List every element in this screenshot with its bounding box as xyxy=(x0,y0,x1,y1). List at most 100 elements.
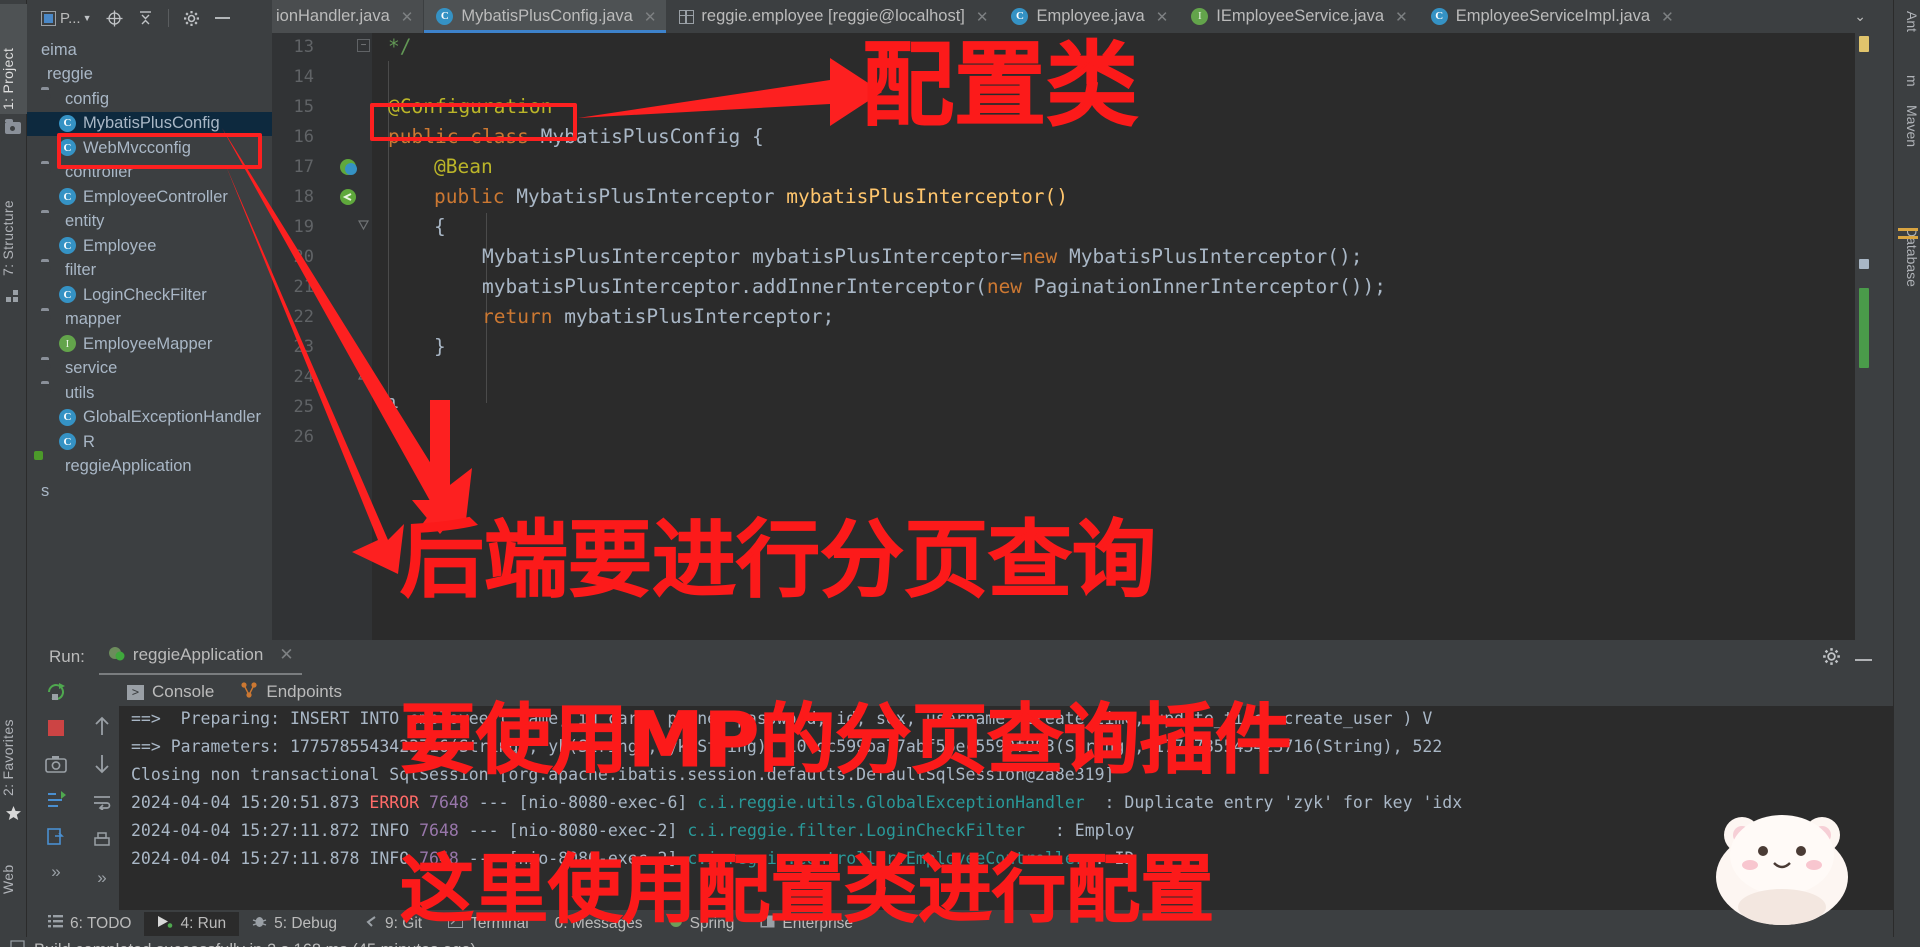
folder-icon xyxy=(41,311,59,329)
bottom-item-git[interactable]: 9: Git xyxy=(350,911,435,936)
tree-item-s[interactable]: s xyxy=(27,479,272,504)
collapse-all-icon[interactable] xyxy=(137,10,154,27)
tree-item-filter[interactable]: filter xyxy=(27,259,272,284)
bottom-item-debug[interactable]: 5: Debug xyxy=(239,911,350,936)
editor-scrollbar[interactable] xyxy=(1855,33,1872,640)
tab-console-label: Console xyxy=(152,682,215,701)
sidebar-item-maven[interactable]: Maven xyxy=(1893,100,1920,170)
close-icon[interactable]: ✕ xyxy=(976,8,989,26)
tree-item-mapper[interactable]: mapper xyxy=(27,308,272,333)
sidebar-item-structure[interactable]: 7: Structure xyxy=(0,150,27,280)
tab-mybatisplusconfig[interactable]: C MybatisPlusConfig.java ✕ xyxy=(424,0,668,33)
tab-reggie-employee[interactable]: reggie.employee [reggie@localhost] ✕ xyxy=(667,0,1000,33)
interface-icon: I xyxy=(1191,7,1209,26)
tree-item-employee[interactable]: C Employee xyxy=(27,234,272,259)
spring-bean-gutter-icon[interactable] xyxy=(338,157,358,177)
spring-run-icon xyxy=(107,644,125,667)
more-icon[interactable]: » xyxy=(90,866,114,890)
tab-employee[interactable]: C Employee.java ✕ xyxy=(999,0,1180,33)
tree-item-config[interactable]: config xyxy=(27,87,272,112)
bottom-item-todo[interactable]: 6: TODO xyxy=(35,912,144,936)
folder-icon xyxy=(41,90,59,108)
close-icon[interactable]: ✕ xyxy=(1661,8,1674,26)
tree-item-eima[interactable]: eima xyxy=(27,38,272,63)
gear-icon[interactable] xyxy=(183,10,200,27)
tab-iemployeeservice[interactable]: I IEmployeeService.java ✕ xyxy=(1179,0,1419,33)
override-gutter-icon[interactable] xyxy=(338,187,358,207)
locate-icon[interactable] xyxy=(106,10,123,27)
sidebar-item-structure-label: 7: Structure xyxy=(0,200,16,276)
folder-icon xyxy=(41,262,59,280)
bottom-item-messages[interactable]: 0: Messages xyxy=(542,912,656,936)
tree-item-employeemapper[interactable]: I EmployeeMapper xyxy=(27,332,272,357)
sidebar-item-project[interactable]: 1: Project xyxy=(0,4,27,114)
tree-item-webmvcconfig[interactable]: C WebMvcconfig xyxy=(27,136,272,161)
tab-endpoints[interactable]: Endpoints xyxy=(240,681,342,703)
run-console-output[interactable]: ==> Preparing: INSERT INTO employee ( na… xyxy=(119,706,1893,910)
spring-icon xyxy=(669,914,683,933)
tree-item-label: Employee xyxy=(83,236,157,255)
fold-expand-icon[interactable] xyxy=(357,369,370,382)
tab-employeeserviceimpl[interactable]: C EmployeeServiceImpl.java ✕ xyxy=(1419,0,1685,33)
bottom-item-spring[interactable]: Spring xyxy=(656,911,748,936)
tree-item-label: reggie xyxy=(47,65,93,84)
code-text[interactable]: */ @Configuration public class MybatisPl… xyxy=(372,33,1872,640)
sidebar-item-web[interactable]: Web xyxy=(0,828,27,898)
fold-collapse-icon[interactable] xyxy=(357,219,370,232)
more-icon[interactable]: » xyxy=(44,860,68,884)
scrollbar-thumb[interactable] xyxy=(1859,288,1869,368)
tree-item-service[interactable]: service xyxy=(27,357,272,382)
tree-item-mybatisplusconfig[interactable]: C MybatisPlusConfig xyxy=(27,111,272,136)
tree-item-reggieapplication[interactable]: reggieApplication xyxy=(27,455,272,480)
close-icon[interactable]: ✕ xyxy=(401,8,414,26)
soft-wrap-icon[interactable] xyxy=(90,790,114,814)
project-tree[interactable]: eima reggie config C MybatisPlusConfig C… xyxy=(27,36,272,640)
thread-dump-icon[interactable] xyxy=(44,788,68,812)
fold-minus-icon[interactable]: − xyxy=(357,39,370,52)
close-icon[interactable]: ✕ xyxy=(279,645,293,665)
tab-globalexceptionhandler[interactable]: ionHandler.java ✕ xyxy=(272,0,425,33)
code-editor[interactable]: 13 14 15 16 17 18 19 20 21 22 23 24 25 2… xyxy=(272,33,1872,640)
bottom-item-terminal[interactable]: Terminal xyxy=(435,912,542,936)
line-number: 13 xyxy=(293,37,314,57)
code-line-16: public class MybatisPlusConfig { xyxy=(388,125,764,148)
tree-item-controller[interactable]: controller xyxy=(27,161,272,186)
warning-marker[interactable] xyxy=(1859,36,1869,52)
tab-console[interactable]: > Console xyxy=(127,682,214,702)
camera-icon[interactable] xyxy=(44,752,68,776)
rerun-icon[interactable] xyxy=(44,680,68,704)
scroll-down-icon[interactable] xyxy=(90,752,114,776)
hide-icon[interactable] xyxy=(214,15,231,21)
editor-gutter[interactable]: 13 14 15 16 17 18 19 20 21 22 23 24 25 2… xyxy=(272,33,372,640)
tree-item-globalexceptionhandler[interactable]: C GlobalExceptionHandler xyxy=(27,406,272,431)
editor-tab-bar: ionHandler.java ✕ C MybatisPlusConfig.ja… xyxy=(272,0,1872,33)
bottom-item-enterprise[interactable]: Enterprise xyxy=(747,912,866,936)
build-icon xyxy=(10,940,25,947)
sidebar-item-ant[interactable]: Ant xyxy=(1893,6,1920,52)
tree-item-logincheckfilter[interactable]: C LoginCheckFilter xyxy=(27,283,272,308)
close-icon[interactable]: ✕ xyxy=(1395,8,1408,26)
print-icon[interactable] xyxy=(90,828,114,852)
tree-item-reggie[interactable]: reggie xyxy=(27,63,272,88)
close-icon[interactable]: ✕ xyxy=(644,8,657,26)
chevron-down-icon[interactable]: ⌄ xyxy=(1854,8,1866,25)
minimize-icon[interactable] xyxy=(1854,647,1873,668)
close-icon[interactable]: ✕ xyxy=(1156,8,1169,26)
scroll-up-icon[interactable] xyxy=(90,714,114,738)
tree-item-entity[interactable]: entity xyxy=(27,210,272,235)
export-icon[interactable] xyxy=(44,824,68,848)
tab-label: ionHandler.java xyxy=(276,7,390,25)
left-tool-strip: 1: Project 7: Structure 2: Favorites Web xyxy=(0,0,27,947)
bottom-item-label: 0: Messages xyxy=(554,914,643,932)
sidebar-item-favorites[interactable]: 2: Favorites xyxy=(0,660,27,800)
tree-item-r[interactable]: C R xyxy=(27,430,272,455)
line-number: 19 xyxy=(293,217,314,237)
sidebar-item-m[interactable]: m xyxy=(1893,70,1920,96)
tree-item-utils[interactable]: utils xyxy=(27,381,272,406)
project-view-selector[interactable]: P... ▼ xyxy=(41,10,92,26)
run-config-tab[interactable]: reggieApplication ✕ xyxy=(98,640,302,675)
stop-icon[interactable] xyxy=(44,716,68,740)
gear-icon[interactable] xyxy=(1822,647,1841,671)
bottom-item-run[interactable]: 4: Run xyxy=(144,911,240,936)
tree-item-employeecontroller[interactable]: C EmployeeController xyxy=(27,185,272,210)
